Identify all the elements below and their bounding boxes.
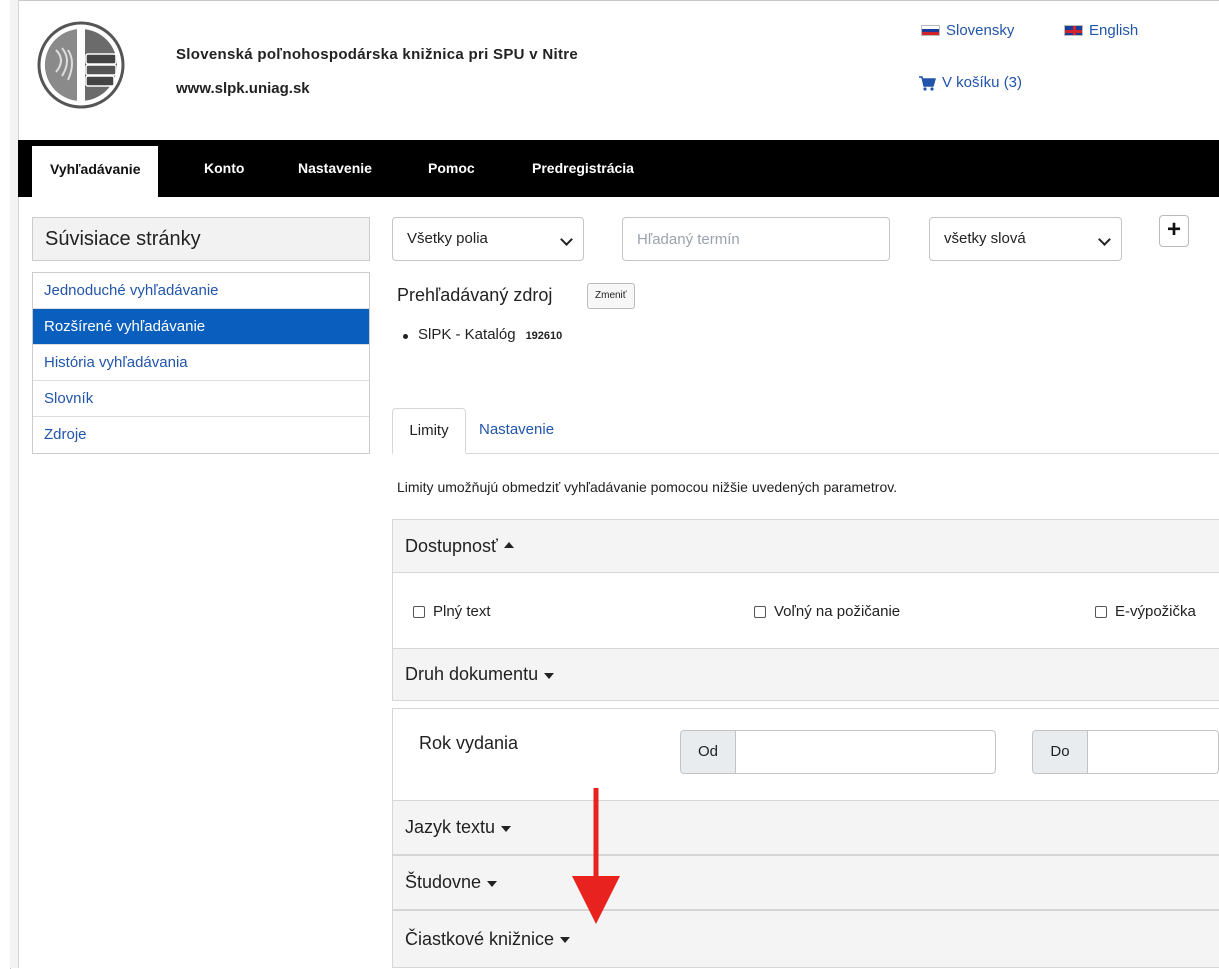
tab-settings[interactable]: Nastavenie (479, 408, 554, 454)
bullet-icon (403, 334, 408, 339)
logo-icon (37, 21, 125, 109)
chevron-down-icon (560, 233, 573, 246)
doc-type-header[interactable]: Druh dokumentu (393, 649, 1219, 700)
year-from-addon: Od (680, 730, 736, 774)
study-rooms-panel[interactable]: Študovne (392, 855, 1219, 910)
searched-source-label: Prehľadávaný zdroj (397, 285, 553, 305)
sidebar-item-sources[interactable]: Zdroje (33, 417, 369, 453)
checkbox-icon (1095, 605, 1107, 618)
match-mode-value: všetky slová (944, 230, 1026, 247)
availability-label: Dostupnosť (405, 535, 498, 556)
site-title: Slovenská poľnohospodárska knižnica pri … (176, 46, 579, 63)
add-row-button[interactable]: + (1159, 215, 1189, 247)
sidebar-item-advanced-search[interactable]: Rozšírené vyhľadávanie (33, 309, 369, 345)
related-pages-list: Jednoduché vyhľadávanie Rozšírené vyhľad… (32, 272, 370, 454)
nav-account[interactable]: Konto (204, 140, 244, 197)
limits-description: Limity umožňujú obmedziť vyhľadávanie po… (397, 479, 898, 495)
triangle-down-icon (544, 672, 555, 679)
free-loan-label: Voľný na požičanie (774, 603, 901, 620)
study-rooms-label: Študovne (405, 872, 482, 892)
branches-panel[interactable]: Čiastkové knižnice (392, 910, 1219, 968)
full-text-label: Plný text (433, 603, 491, 620)
sidebar-item-dictionary[interactable]: Slovník (33, 381, 369, 417)
lang-slovak-label: Slovensky (946, 22, 1015, 39)
search-term-input[interactable] (622, 217, 890, 261)
branches-label: Čiastkové knižnice (405, 928, 555, 949)
red-arrow-annotation (572, 788, 620, 924)
slovak-flag-icon (921, 25, 940, 36)
language-panel[interactable]: Jazyk textu (392, 800, 1219, 855)
chevron-down-icon (1098, 233, 1111, 246)
nav-help[interactable]: Pomoc (428, 140, 475, 197)
triangle-down-icon (487, 880, 498, 887)
cart-icon (919, 75, 936, 91)
nav-search[interactable]: Vyhľadávanie (32, 146, 159, 197)
year-to-addon: Do (1032, 730, 1088, 774)
availability-header[interactable]: Dostupnosť (393, 520, 1219, 573)
full-text-checkbox[interactable]: Plný text (413, 603, 491, 620)
year-from-input[interactable] (736, 730, 996, 774)
cart-link[interactable]: V košíku (3) (918, 74, 1022, 91)
doc-type-label: Druh dokumentu (405, 664, 539, 684)
availability-panel: Dostupnosť (392, 519, 1219, 649)
plus-icon: + (1166, 216, 1181, 243)
nav-settings[interactable]: Nastavenie (298, 140, 372, 197)
change-source-button[interactable]: Zmeniť (587, 283, 635, 309)
source-item-name: SlPK - Katalóg (418, 326, 516, 343)
lang-english-label: English (1089, 22, 1139, 39)
triangle-up-icon (503, 541, 514, 548)
e-loan-label: E-výpožička (1115, 603, 1196, 620)
site-url[interactable]: www.slpk.uniag.sk (176, 80, 310, 97)
sidebar-item-search-history[interactable]: História vyhľadávania (33, 345, 369, 381)
source-item-count: 192610 (525, 330, 563, 342)
field-select-value: Všetky polia (407, 230, 488, 247)
source-item: SlPK - Katalóg 192610 (418, 326, 562, 343)
field-select[interactable]: Všetky polia (392, 217, 584, 261)
tab-limits[interactable]: Limity (392, 408, 466, 454)
year-to-input[interactable] (1088, 730, 1219, 774)
lang-english-link[interactable]: English (1064, 22, 1138, 39)
english-flag-icon (1064, 25, 1083, 36)
triangle-down-icon (501, 825, 512, 832)
lang-slovak-link[interactable]: Slovensky (921, 22, 1014, 39)
sidebar-item-simple-search[interactable]: Jednoduché vyhľadávanie (33, 273, 369, 309)
cart-label: V košíku (3) (942, 74, 1023, 91)
nav-preregistration[interactable]: Predregistrácia (532, 140, 634, 197)
language-label: Jazyk textu (405, 817, 496, 837)
checkbox-icon (413, 605, 425, 618)
triangle-down-icon (560, 937, 571, 943)
checkbox-icon (754, 605, 766, 618)
related-pages-title: Súvisiace stránky (32, 217, 370, 261)
free-loan-checkbox[interactable]: Voľný na požičanie (754, 603, 900, 620)
year-label: Rok vydania (419, 733, 519, 753)
study-rooms-header[interactable]: Študovne (393, 856, 1219, 909)
main-navbar: Vyhľadávanie Konto Nastavenie Pomoc Pred… (18, 140, 1219, 197)
e-loan-checkbox[interactable]: E-výpožička (1095, 603, 1196, 620)
match-mode-select[interactable]: všetky slová (929, 217, 1122, 261)
language-header[interactable]: Jazyk textu (393, 801, 1219, 854)
branches-header[interactable]: Čiastkové knižnice (393, 911, 1219, 967)
doc-type-panel[interactable]: Druh dokumentu (392, 648, 1219, 701)
